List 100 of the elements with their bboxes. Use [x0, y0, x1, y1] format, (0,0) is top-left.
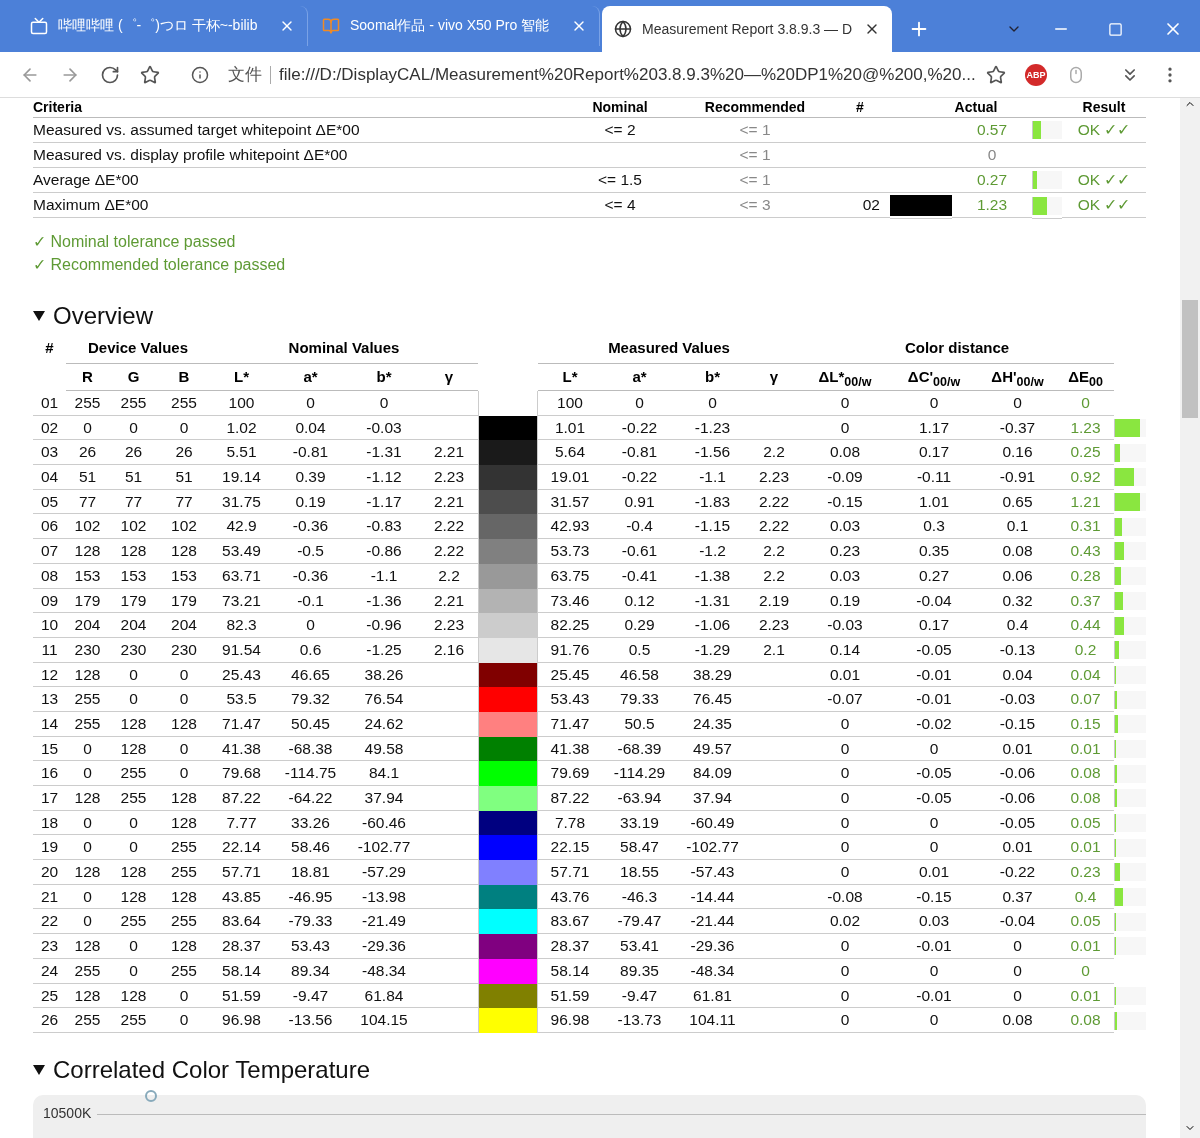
- table-cell: 0: [978, 934, 1057, 959]
- table-cell: 24.62: [348, 711, 420, 737]
- browser-tab[interactable]: Measurement Report 3.8.9.3 — D: [602, 6, 892, 52]
- table-cell: 21: [33, 884, 66, 910]
- tv-icon: [30, 17, 48, 35]
- browser-tab[interactable]: 哔哩哔哩 (゜-゜)つロ 干杯~-bilib: [18, 6, 308, 46]
- table-cell: 0: [66, 415, 109, 441]
- column-header: Criteria: [33, 98, 560, 118]
- table-cell: 255: [109, 761, 158, 786]
- table-cell: 0: [890, 835, 978, 861]
- star-icon[interactable]: [140, 64, 160, 85]
- column-header: #: [830, 98, 890, 118]
- table-cell: 153: [66, 563, 109, 589]
- table-cell: -1.36: [348, 588, 420, 614]
- table-cell: -64.22: [273, 786, 348, 811]
- table-cell: 0: [66, 884, 109, 910]
- table-cell: 0: [800, 1008, 890, 1033]
- table-cell: -0.91: [978, 465, 1057, 490]
- disclosure-triangle-icon[interactable]: [33, 311, 45, 321]
- table-cell: 22.15: [538, 835, 602, 861]
- table-cell: 128: [66, 786, 109, 811]
- table-cell: 08: [33, 563, 66, 589]
- column-group-header: Measured Values: [607, 338, 731, 358]
- table-cell: 0: [109, 835, 158, 861]
- reload-icon[interactable]: [100, 64, 120, 85]
- table-cell: 33.26: [273, 810, 348, 836]
- table-cell: 0: [273, 613, 348, 638]
- table-cell: -1.15: [677, 514, 748, 540]
- table-cell: 128: [109, 860, 158, 885]
- table-cell: -114.29: [602, 761, 677, 786]
- table-cell: 0.08: [978, 1008, 1057, 1033]
- table-cell: -1.31: [677, 588, 748, 614]
- table-cell: 16: [33, 761, 66, 786]
- table-cell: 255: [158, 391, 210, 416]
- table-cell: 51.59: [210, 983, 273, 1009]
- table-cell: -0.22: [602, 415, 677, 441]
- table-cell: 128: [66, 662, 109, 688]
- table-cell: 2.2: [748, 539, 800, 564]
- table-cell: -21.49: [348, 909, 420, 935]
- table-cell: -0.36: [273, 563, 348, 589]
- table-cell: 14: [33, 711, 66, 737]
- table-cell: 255: [66, 711, 109, 737]
- adblock-badge[interactable]: ABP: [1025, 63, 1047, 86]
- table-cell: 0.01: [978, 736, 1057, 762]
- table-cell: 128: [66, 934, 109, 959]
- url-field[interactable]: file:///D:/DisplayCAL/Measurement%20Report%203.8.9.3%20—%20DP1%20@%200,%20...: [271, 64, 976, 85]
- mouse-icon[interactable]: [1067, 65, 1085, 84]
- table-cell: -60.49: [677, 810, 748, 836]
- column-header: b*: [677, 363, 748, 391]
- table-cell: 0.23: [800, 539, 890, 564]
- disclosure-triangle-icon[interactable]: [33, 1064, 45, 1075]
- star-icon[interactable]: [986, 64, 1006, 85]
- info-icon[interactable]: [191, 65, 209, 84]
- table-cell: -0.83: [348, 514, 420, 540]
- table-cell: 0: [800, 711, 890, 737]
- column-group-header: Color distance: [903, 338, 1011, 358]
- table-cell: 23: [33, 934, 66, 959]
- scrollbar-thumb[interactable]: [1182, 300, 1198, 418]
- table-cell: <= 4: [560, 193, 680, 218]
- table-cell: 0: [273, 391, 348, 416]
- table-cell: 0.06: [978, 563, 1057, 589]
- table-cell: 255: [109, 909, 158, 935]
- table-cell: 255: [158, 958, 210, 984]
- table-cell: 230: [158, 637, 210, 663]
- table-cell: 0: [800, 958, 890, 984]
- table-cell: 89.35: [602, 958, 677, 984]
- table-cell: -0.4: [602, 514, 677, 540]
- column-header: R: [66, 363, 109, 391]
- table-cell: 255: [158, 835, 210, 861]
- table-cell: 0: [800, 736, 890, 762]
- table-cell: Average ΔE*00: [33, 168, 560, 193]
- table-cell: -0.05: [890, 761, 978, 786]
- table-cell: 83.67: [538, 909, 602, 935]
- table-cell: -0.13: [978, 637, 1057, 663]
- table-cell: 1.01: [890, 489, 978, 515]
- scrollbar[interactable]: [1180, 98, 1200, 1138]
- table-cell: 61.84: [348, 983, 420, 1009]
- table-cell: 255: [158, 909, 210, 935]
- table-cell: 28.37: [538, 934, 602, 959]
- table-cell: 11: [33, 637, 66, 663]
- table-cell: 0: [602, 391, 677, 416]
- table-cell: -79.33: [273, 909, 348, 935]
- column-header: a*: [273, 363, 348, 391]
- browser-tab[interactable]: Soomal作品 - vivo X50 Pro 智能: [310, 6, 600, 46]
- table-cell: 255: [66, 958, 109, 984]
- color-swatch: [478, 588, 538, 614]
- table-cell: -0.36: [273, 514, 348, 540]
- table-cell: 0.37: [978, 884, 1057, 910]
- table-cell: 0: [800, 391, 890, 416]
- table-cell: 0.1: [978, 514, 1057, 540]
- table-cell: -79.47: [602, 909, 677, 935]
- table-cell: 0: [978, 958, 1057, 984]
- column-header: L*: [538, 363, 602, 391]
- column-header: ΔL*$_{00/w}$: [800, 363, 890, 391]
- table-cell: -14.44: [677, 884, 748, 910]
- table-cell: -13.73: [602, 1008, 677, 1033]
- maximize-icon[interactable]: [1108, 21, 1123, 37]
- table-cell: -0.11: [890, 465, 978, 490]
- table-cell: 87.22: [210, 786, 273, 811]
- table-cell: -1.38: [677, 563, 748, 589]
